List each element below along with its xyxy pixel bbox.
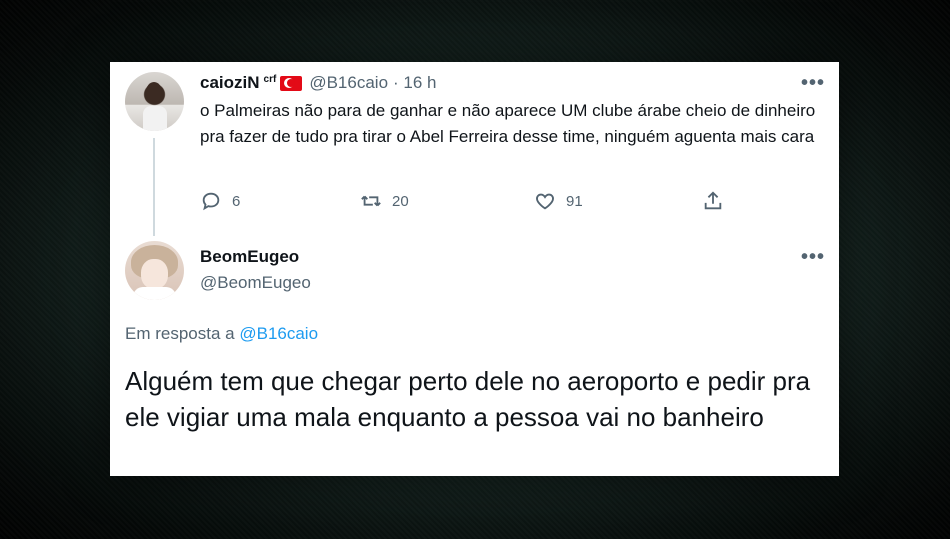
retweet-count: 20 — [392, 192, 409, 210]
reply-icon — [202, 192, 220, 211]
reply-to-link[interactable]: @B16caio — [239, 324, 318, 343]
original-tweet-header: caioziN crf @B16caio · 16 h — [200, 73, 437, 93]
retweet-button[interactable]: 20 — [360, 190, 409, 212]
tweet-card: caioziN crf @B16caio · 16 h ••• o Palmei… — [110, 62, 839, 476]
reply-context: Em resposta a @B16caio — [125, 324, 318, 344]
display-name-suffix: crf — [263, 73, 277, 85]
like-button[interactable]: 91 — [534, 190, 583, 212]
reply-more-options-icon[interactable]: ••• — [801, 246, 825, 269]
thread-line — [153, 138, 155, 236]
original-display-name[interactable]: caioziN — [200, 73, 260, 93]
heart-icon — [536, 193, 554, 210]
original-tweet-text: o Palmeiras não para de ganhar e não apa… — [200, 101, 816, 146]
like-count: 91 — [566, 192, 583, 210]
share-button[interactable] — [702, 190, 724, 212]
reply-button[interactable]: 6 — [200, 190, 240, 212]
avatar-caiozin[interactable] — [125, 72, 184, 131]
retweet-icon — [361, 195, 381, 207]
original-handle[interactable]: @B16caio — [309, 73, 388, 93]
reply-display-name[interactable]: BeomEugeo — [200, 247, 299, 267]
original-time[interactable]: · 16 h — [393, 73, 436, 93]
original-tweet-actions: 6 20 91 — [200, 190, 740, 214]
more-options-icon[interactable]: ••• — [801, 72, 825, 95]
reply-handle[interactable]: @BeomEugeo — [200, 273, 311, 293]
share-icon — [704, 191, 722, 210]
avatar-beomeugeo[interactable] — [125, 241, 184, 300]
reply-count: 6 — [232, 192, 241, 210]
reply-tweet-text: Alguém tem que chegar perto dele no aero… — [125, 366, 811, 432]
reply-label: Em resposta a — [125, 324, 235, 343]
turkey-flag-icon — [280, 75, 303, 91]
